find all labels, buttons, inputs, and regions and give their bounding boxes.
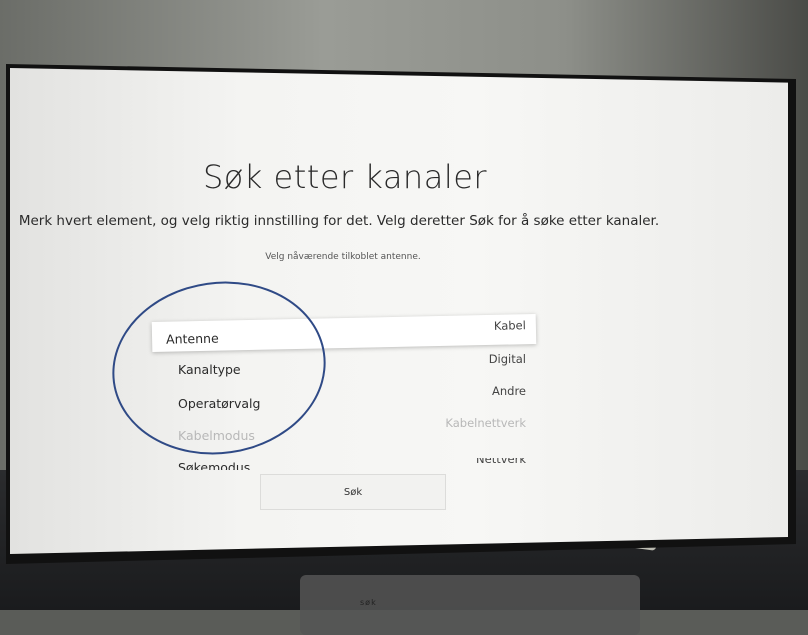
menu-item-value: Andre [491, 384, 526, 398]
page-title: Søk etter kanaler [202, 158, 488, 196]
page-hint: Velg nåværende tilkoblet antenne. [265, 252, 421, 262]
menu-item-value: Nettverk [476, 458, 526, 466]
page-description: Merk hvert element, og velg riktig innst… [18, 213, 660, 229]
menu-item-value: Kabel [493, 318, 527, 333]
tv-stand [300, 575, 640, 635]
menu-item-sokemodus[interactable]: Søkemodus Nettverk [152, 458, 536, 470]
menu-item-value: Kabelnettverk [445, 416, 526, 430]
menu-item-label: Søkemodus [178, 460, 251, 470]
stand-label: søk [360, 598, 377, 607]
menu-item-value: Digital [488, 352, 526, 366]
search-button[interactable]: Søk [260, 474, 446, 510]
